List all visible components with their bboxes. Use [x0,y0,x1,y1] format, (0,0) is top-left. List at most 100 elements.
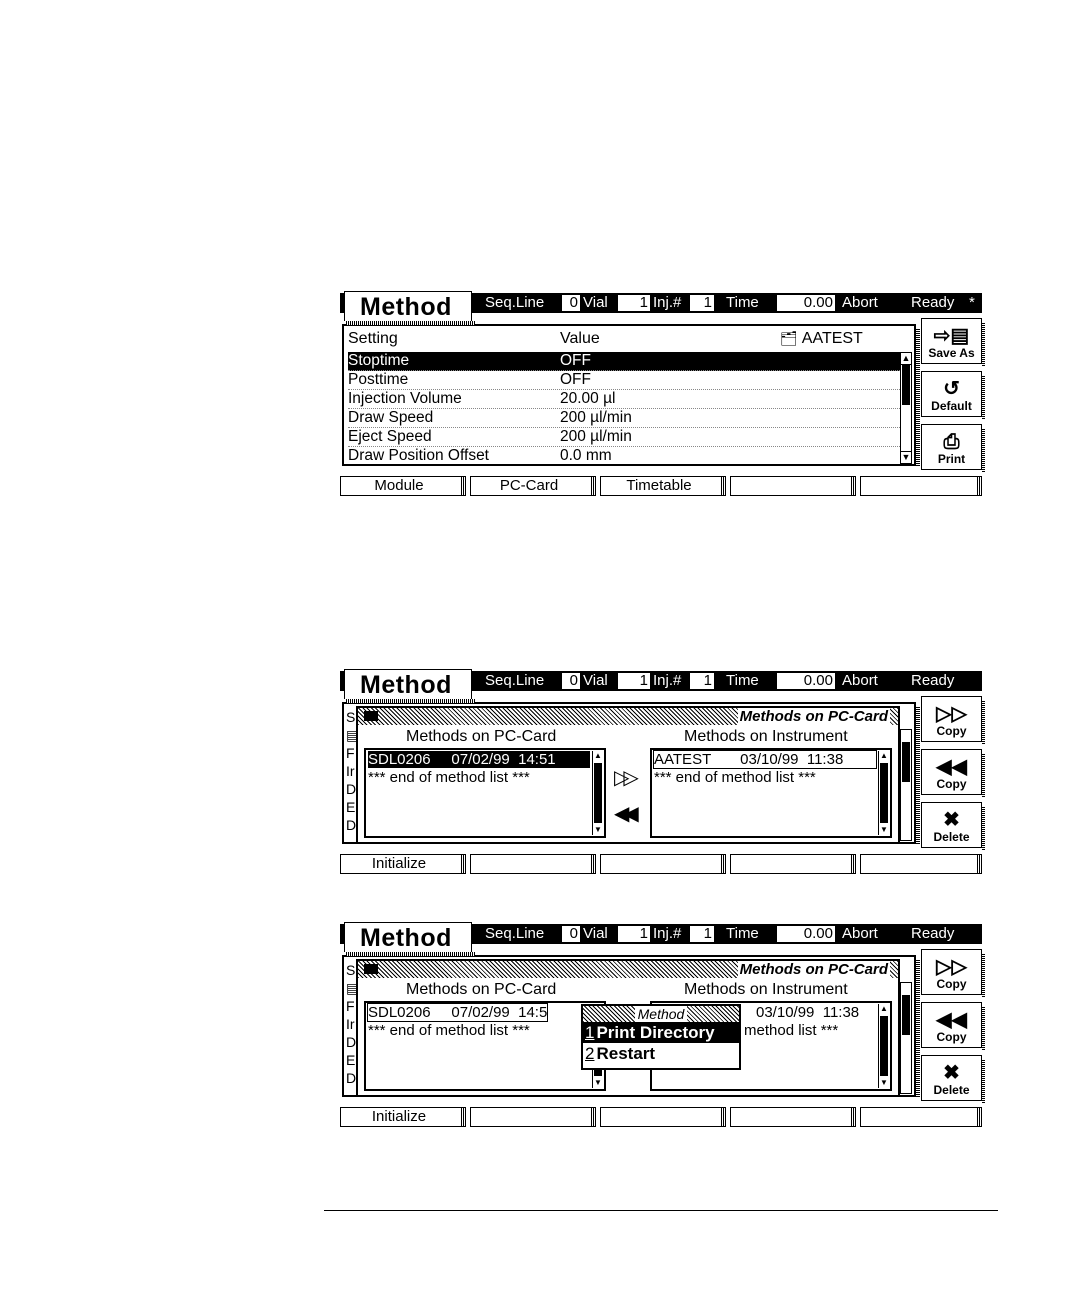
page-footer-rule [324,1210,998,1211]
softkey-empty-4[interactable] [730,476,856,496]
delete-icon: ✖ [943,809,960,831]
print-label: Print [937,452,966,466]
softkey-empty-5[interactable] [860,854,982,874]
list-item[interactable]: SDL0206 07/02/99 14:51 [368,751,590,768]
seq-line-label: Seq.Line [485,294,545,311]
softkey-label: Module [374,477,424,494]
scroll-down-icon[interactable]: ▼ [901,451,911,463]
abort-label[interactable]: Abort [842,294,878,312]
delete-button[interactable]: ✖ Delete [921,1055,985,1103]
time-value: 0.00 [777,926,835,942]
softkey-empty-5[interactable] [860,476,982,496]
pc-card-method-list[interactable]: SDL0206 07/02/99 14:51 *** end of method… [364,748,606,838]
copy-to-instrument-arrow-icon[interactable]: ▷▷ [614,768,639,788]
softkey-initialize[interactable]: Initialize [340,1107,466,1127]
print-button[interactable]: ⎙ Print [921,424,985,472]
softkey-pc-card[interactable]: PC-Card [470,476,596,496]
table-row[interactable]: Stoptime OFF [348,352,900,371]
background-scrollbar [900,729,912,841]
save-as-button[interactable]: ⇨▤ Save As [921,318,985,366]
instrument-method-list[interactable]: AATEST 03/10/99 11:38 *** end of method … [650,748,892,838]
list-item[interactable]: AATEST 03/10/99 11:38 [653,750,877,769]
list-end-marker: method list *** [744,1022,839,1039]
abort-label[interactable]: Abort [842,925,878,943]
softkey-empty-3[interactable] [600,854,726,874]
abort-label[interactable]: Abort [842,672,878,690]
scroll-thumb[interactable] [880,763,888,823]
scroll-up-icon[interactable]: ▲ [593,751,603,761]
softkey-label: Initialize [371,855,427,872]
forward-arrows-icon: ▷▷ [936,956,967,978]
table-row[interactable]: Eject Speed 200 µl/min [348,428,900,447]
scroll-down-icon[interactable]: ▼ [593,825,603,835]
time-label: Time [726,672,759,689]
column-header-value: Value [560,330,600,347]
table-row[interactable]: Injection Volume 20.00 µl [348,390,900,409]
pc-card-heading: Methods on PC-Card [406,728,557,745]
scroll-thumb[interactable] [902,365,910,405]
dialog-title: Methods on PC-Card [737,708,890,725]
pc-card-dialog: Methods on PC-Card Methods on PC-Card Me… [356,706,900,844]
method-context-menu: Method 1 Print Directory 2 Restart [581,1004,741,1070]
printer-icon: ⎙ [943,431,960,453]
softkey-empty-4[interactable] [730,854,856,874]
list-item[interactable]: SDL0206 07/02/99 14:5 [366,1003,549,1022]
softkey-module[interactable]: Module [340,476,466,496]
softkey-empty-5[interactable] [860,1107,982,1127]
menu-title-text: Method [634,1006,688,1022]
scroll-down-icon[interactable]: ▼ [879,825,889,835]
copy-to-card-button[interactable]: ◀◀ Copy [921,1002,985,1050]
table-row[interactable]: Draw Position Offset 0.0 mm [348,447,900,465]
table-row[interactable]: Posttime OFF [348,371,900,390]
scroll-down-icon[interactable]: ▼ [593,1078,603,1088]
dialog-title-bar: Methods on PC-Card [358,708,898,725]
settings-scrollbar[interactable]: ▲ ▼ [900,352,912,464]
list-end-marker: *** end of method list *** [654,769,816,786]
softkey-empty-4[interactable] [730,1107,856,1127]
status-bar: Method Seq.Line 0 Vial 1 Inj.# 1 Time 0.… [340,291,982,325]
scroll-up-icon[interactable]: ▲ [901,353,911,365]
settings-list: Stoptime OFF Posttime OFF Injection Volume… [348,352,900,465]
setting-name: Stoptime [348,352,410,369]
instrument-list-scrollbar[interactable]: ▲ ▼ [878,751,889,835]
vial-label: Vial [583,672,608,689]
scroll-thumb[interactable] [594,763,602,823]
copy-to-instrument-button[interactable]: ▷▷ Copy [921,696,985,744]
menu-item-restart[interactable]: 2 Restart [583,1043,739,1064]
window-menu-icon[interactable] [364,711,378,721]
status-bar: Method Seq.Line 0 Vial 1 Inj.# 1 Time 0.… [340,922,982,956]
menu-item-print-directory[interactable]: 1 Print Directory [583,1022,739,1043]
softkey-empty-2[interactable] [470,854,596,874]
setting-value: 200 µl/min [560,409,632,426]
pc-card-method-list[interactable]: SDL0206 07/02/99 14:5 *** end of method … [364,1001,606,1091]
copy-to-card-arrow-icon[interactable]: ◀◀ [614,804,639,824]
delete-icon: ✖ [943,1062,960,1084]
window-menu-icon[interactable] [364,964,378,974]
copy-to-card-button[interactable]: ◀◀ Copy [921,749,985,797]
scroll-down-icon[interactable]: ▼ [879,1078,889,1088]
list-item[interactable]: 03/10/99 11:38 [756,1004,859,1021]
setting-value: 0.0 mm [560,447,612,464]
instrument-list-scrollbar[interactable]: ▲ ▼ [878,1004,889,1088]
scroll-up-icon[interactable]: ▲ [879,1004,889,1014]
default-button[interactable]: ↺ Default [921,371,985,419]
inj-value: 1 [690,673,714,689]
instrument-heading: Methods on Instrument [684,728,848,745]
softkey-empty-3[interactable] [600,1107,726,1127]
screen-title: Method [344,669,475,703]
softkey-initialize[interactable]: Initialize [340,854,466,874]
scroll-thumb[interactable] [880,1016,888,1076]
table-row[interactable]: Draw Speed 200 µl/min [348,409,900,428]
copy-to-instrument-button[interactable]: ▷▷ Copy [921,949,985,997]
backward-arrows-icon: ◀◀ [936,1009,967,1031]
softkey-timetable[interactable]: Timetable [600,476,726,496]
delete-button[interactable]: ✖ Delete [921,802,985,850]
scroll-up-icon[interactable]: ▲ [879,751,889,761]
time-label: Time [726,294,759,311]
list-end-marker: *** end of method list *** [368,769,530,786]
softkey-empty-2[interactable] [470,1107,596,1127]
time-label: Time [726,925,759,942]
forward-arrows-icon: ▷▷ [936,703,967,725]
inj-label: Inj.# [653,294,682,311]
pc-card-list-scrollbar[interactable]: ▲▼ [592,751,603,835]
